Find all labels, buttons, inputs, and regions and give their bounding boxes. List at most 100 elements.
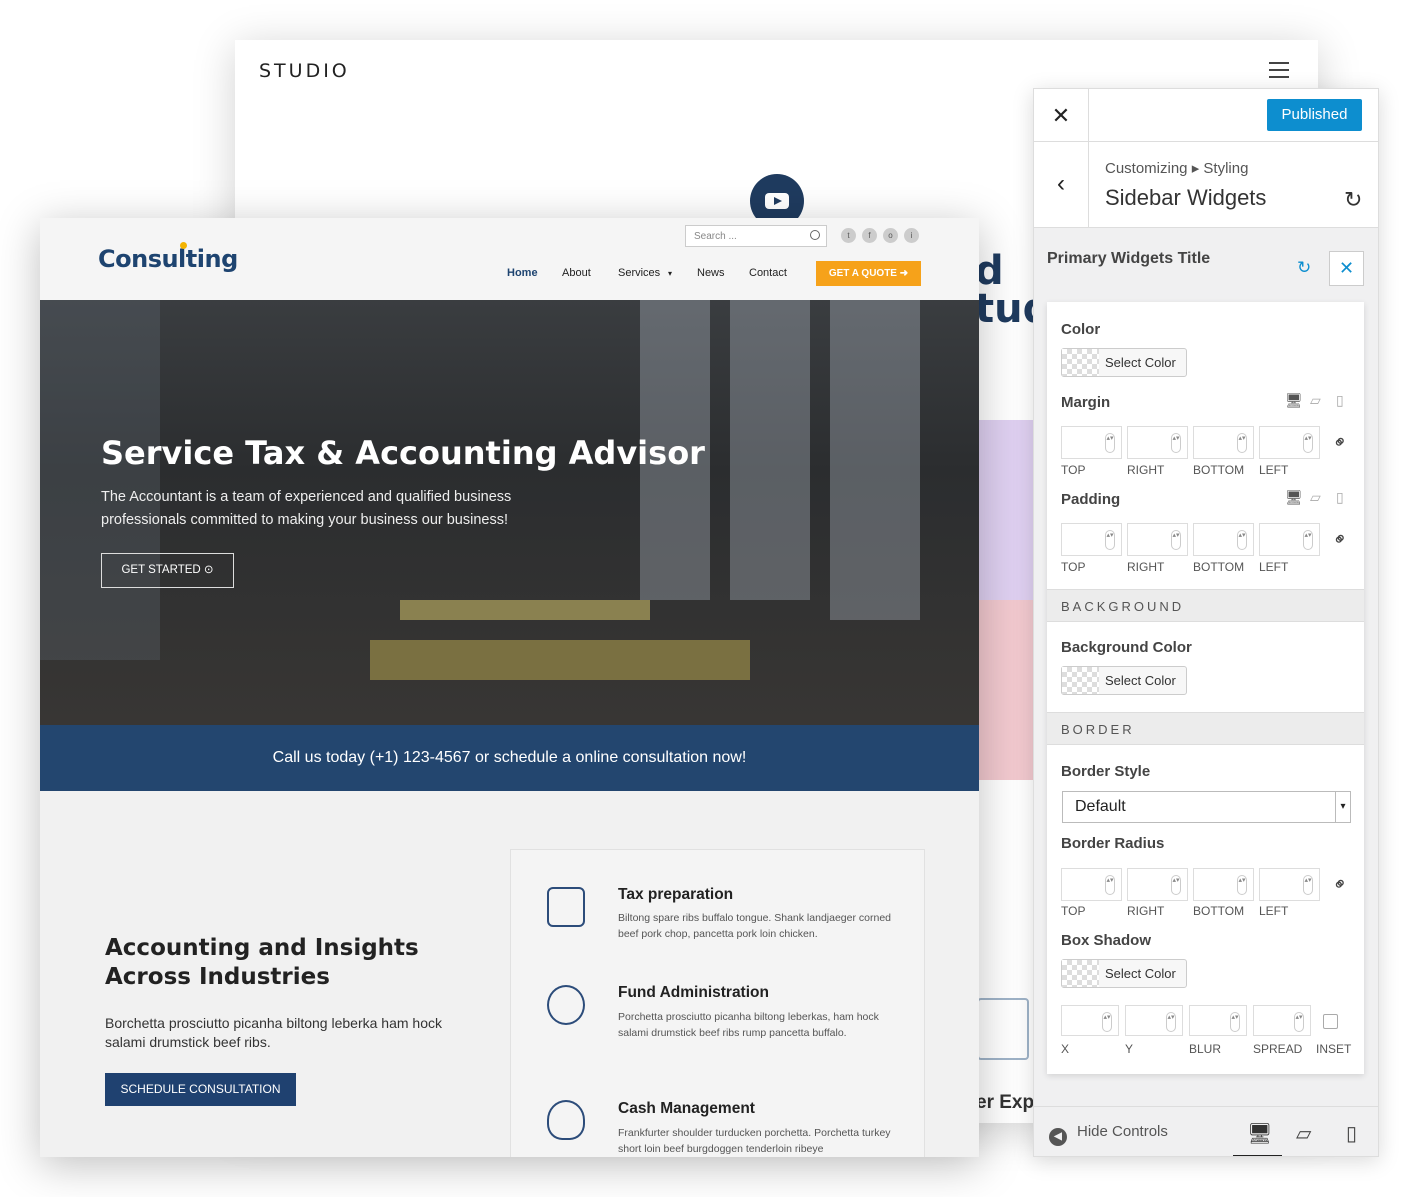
link-icon[interactable]: ⚭ <box>1328 872 1354 898</box>
tablet-preview-icon[interactable]: ▱ <box>1296 1121 1311 1146</box>
border-style-select[interactable]: Default <box>1062 791 1351 823</box>
hide-controls-button[interactable]: ◀ Hide Controls <box>1049 1123 1168 1146</box>
background-color-picker-button[interactable]: Select Color <box>1061 666 1187 695</box>
nav-news[interactable]: News <box>697 267 725 279</box>
margin-label: Margin <box>1061 394 1111 411</box>
breadcrumb: Customizing ▸ Styling <box>1105 160 1249 177</box>
desktop-icon[interactable]: 🖥 <box>1285 489 1303 506</box>
published-button[interactable]: Published <box>1267 99 1362 131</box>
panel-title: Sidebar Widgets <box>1105 185 1267 210</box>
nav-home[interactable]: Home <box>507 267 538 279</box>
get-quote-label: GET A QUOTE <box>828 268 897 279</box>
shadow-y-input[interactable] <box>1125 1005 1183 1036</box>
tablet-icon[interactable]: ▱ <box>1310 392 1321 409</box>
side-label: LEFT <box>1259 463 1289 477</box>
border-section-header: BORDER <box>1047 712 1364 745</box>
reset-icon[interactable]: ↻ <box>1344 187 1362 213</box>
shadow-color-picker-button[interactable]: Select Color <box>1061 959 1187 988</box>
radius-top-input[interactable] <box>1061 868 1122 901</box>
color-picker-button[interactable]: Select Color <box>1061 348 1187 377</box>
shadow-blur-input[interactable] <box>1189 1005 1247 1036</box>
padding-top-input[interactable] <box>1061 523 1122 556</box>
site-header: Consulting Search ... t f o i Home About… <box>40 218 979 300</box>
office-desk <box>400 600 650 620</box>
mobile-icon[interactable]: ▯ <box>1336 489 1344 506</box>
twitter-icon[interactable]: t <box>841 228 856 243</box>
hide-controls-label: Hide Controls <box>1077 1123 1168 1140</box>
search-icon[interactable] <box>810 230 820 240</box>
back-chevron-icon[interactable]: ‹ <box>1034 142 1089 228</box>
service-desc: Biltong spare ribs buffalo tongue. Shank… <box>618 912 891 940</box>
section-body: Borchetta prosciutto picanha biltong leb… <box>105 1015 442 1050</box>
active-device-indicator <box>1233 1155 1282 1156</box>
padding-right-input[interactable] <box>1127 523 1188 556</box>
consulting-site-preview: Consulting Search ... t f o i Home About… <box>40 218 979 1157</box>
shadow-field-label: SPREAD <box>1253 1042 1303 1056</box>
site-logo[interactable]: Consulting <box>98 242 238 273</box>
side-label: BOTTOM <box>1193 560 1245 574</box>
panel-header: ‹ Customizing ▸ Styling Sidebar Widgets … <box>1034 142 1378 228</box>
link-icon[interactable]: ⚭ <box>1328 430 1354 456</box>
mobile-preview-icon[interactable]: ▯ <box>1346 1121 1357 1146</box>
side-label: TOP <box>1061 560 1086 574</box>
hero-text: The Accountant is a team of experienced … <box>101 489 512 528</box>
select-color-label: Select Color <box>1105 355 1176 370</box>
get-started-label: GET STARTED <box>121 564 201 576</box>
padding-bottom-input[interactable] <box>1193 523 1254 556</box>
background-section-header: BACKGROUND <box>1047 589 1364 622</box>
margin-top-input[interactable] <box>1061 426 1122 459</box>
shadow-spread-input[interactable] <box>1253 1005 1311 1036</box>
mobile-icon[interactable]: ▯ <box>1336 392 1344 409</box>
hero-section: Service Tax & Accounting Advisor The Acc… <box>40 300 979 725</box>
call-to-action-bar: Call us today (+1) 123-4567 or schedule … <box>40 725 979 791</box>
schedule-consultation-button[interactable]: SCHEDULE CONSULTATION <box>105 1073 296 1106</box>
nav-contact[interactable]: Contact <box>749 267 787 279</box>
studio-logo: STUDIO <box>259 60 350 82</box>
select-color-label: Select Color <box>1105 673 1176 688</box>
get-started-button[interactable]: GET STARTED ⊙ <box>101 553 234 588</box>
services-card: Tax preparation Biltong spare ribs buffa… <box>510 849 925 1157</box>
panel-footer: ◀ Hide Controls 🖥 ▱ ▯ <box>1034 1106 1378 1156</box>
search-placeholder: Search ... <box>694 231 737 242</box>
side-label: RIGHT <box>1127 904 1165 918</box>
office-desk <box>370 640 750 680</box>
customizer-panel: ✕ Published ‹ Customizing ▸ Styling Side… <box>1033 88 1379 1157</box>
link-icon[interactable]: ⚭ <box>1328 527 1354 553</box>
office-window <box>40 300 160 660</box>
tablet-icon[interactable]: ▱ <box>1310 489 1321 506</box>
office-window <box>830 300 920 620</box>
tripadvisor-icon[interactable]: o <box>883 228 898 243</box>
radius-bottom-input[interactable] <box>1193 868 1254 901</box>
analytics-illustration-icon <box>977 998 1029 1060</box>
close-icon[interactable]: ✕ <box>1329 251 1364 286</box>
desktop-preview-icon[interactable]: 🖥 <box>1247 1121 1272 1146</box>
shadow-field-label: X <box>1061 1042 1070 1056</box>
service-desc: Porchetta prosciutto picanha biltong leb… <box>618 1011 879 1039</box>
get-quote-button[interactable]: GET A QUOTE ➜ <box>816 261 921 286</box>
color-label: Color <box>1061 321 1101 338</box>
radius-left-input[interactable] <box>1259 868 1320 901</box>
padding-left-input[interactable] <box>1259 523 1320 556</box>
facebook-icon[interactable]: f <box>862 228 877 243</box>
margin-right-input[interactable] <box>1127 426 1188 459</box>
reset-icon[interactable]: ↻ <box>1297 258 1311 278</box>
inset-checkbox[interactable] <box>1323 1014 1338 1029</box>
search-input[interactable]: Search ... <box>685 225 827 247</box>
desktop-icon[interactable]: 🖥 <box>1285 392 1303 409</box>
margin-left-input[interactable] <box>1259 426 1320 459</box>
close-icon[interactable]: ✕ <box>1034 89 1089 142</box>
side-label: TOP <box>1061 463 1086 477</box>
service-title: Tax preparation <box>618 886 734 903</box>
nav-about[interactable]: About <box>562 267 591 279</box>
hamburger-menu-icon[interactable] <box>1269 62 1289 78</box>
shadow-x-input[interactable] <box>1061 1005 1119 1036</box>
radius-right-input[interactable] <box>1127 868 1188 901</box>
arrow-circle-icon: ⊙ <box>203 564 214 576</box>
margin-bottom-input[interactable] <box>1193 426 1254 459</box>
side-label: BOTTOM <box>1193 463 1245 477</box>
lavender-block <box>975 420 1035 600</box>
nav-services[interactable]: Services <box>618 267 660 279</box>
studio-footer-fragment: er Exp <box>976 1092 1035 1113</box>
instagram-icon[interactable]: i <box>904 228 919 243</box>
shadow-field-label: Y <box>1125 1042 1134 1056</box>
